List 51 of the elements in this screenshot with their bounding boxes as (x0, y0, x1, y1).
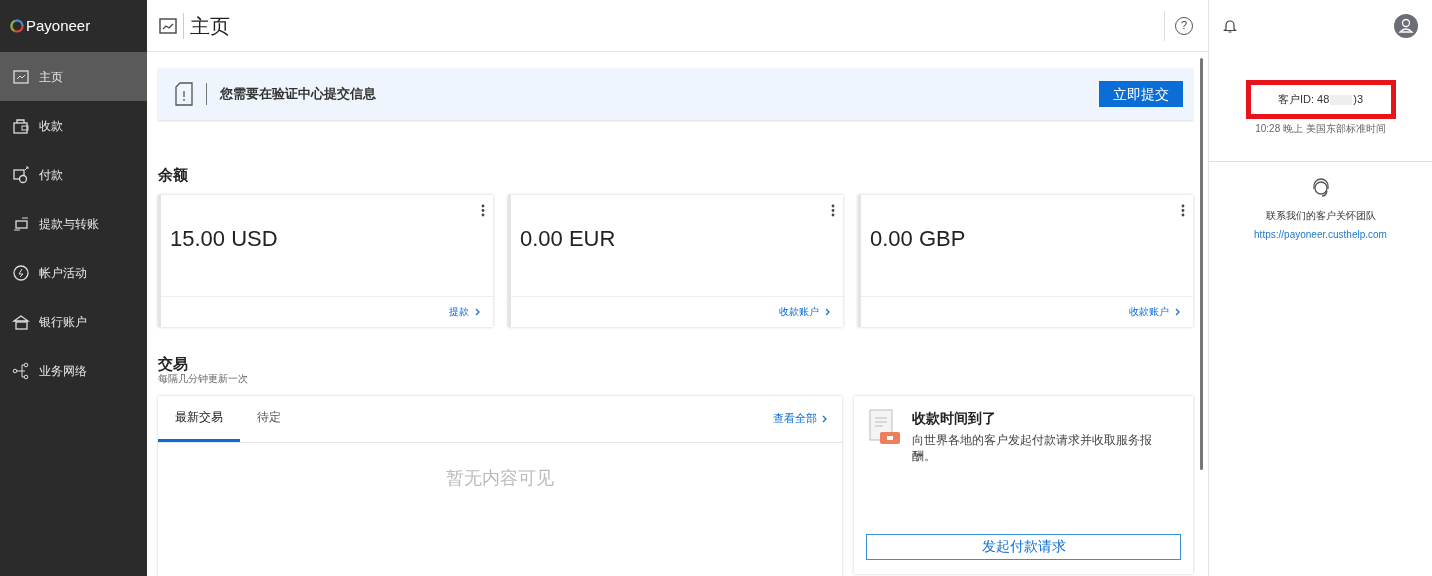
chevron-icon (825, 307, 831, 316)
card-link[interactable]: 收款账户 (779, 304, 819, 319)
section-title: 余额 (158, 165, 189, 185)
tab[interactable]: 待定 (240, 395, 298, 442)
submit-button[interactable]: 立即提交 (1099, 81, 1183, 107)
network-icon (12, 361, 30, 380)
transfer-icon (12, 214, 30, 233)
sidebar-item[interactable]: 收款 (0, 101, 147, 150)
alert-message: 您需要在验证中心提交信息 (220, 85, 376, 104)
payment-request-button[interactable]: 发起付款请求 (866, 533, 1181, 560)
promo-title: 收款时间到了 (912, 408, 997, 428)
logo-ring-icon (10, 19, 24, 33)
sidebar-item[interactable]: 提款与转账 (0, 199, 147, 248)
support-title: 联系我们的客户关怀团队 (1265, 209, 1376, 223)
tab[interactable]: 最新交易 (158, 395, 240, 442)
empty-message: 暂无内容可见 (446, 466, 554, 490)
chevron-icon (475, 307, 481, 316)
chevron-icon (822, 414, 828, 423)
send-icon (12, 165, 30, 184)
more-icon[interactable] (481, 203, 485, 217)
bag-icon (12, 116, 30, 135)
chart-icon (159, 17, 177, 34)
card-link[interactable]: 收款账户 (1129, 304, 1169, 319)
section-subtitle: 每隔几分钟更新一次 (158, 372, 249, 385)
avatar-icon[interactable] (1394, 14, 1418, 38)
section-title: 交易 (158, 354, 189, 373)
customer-id: 客户ID: 48 (1277, 92, 1330, 108)
card-link[interactable]: 提款 (449, 304, 469, 319)
page-title: 主页 (190, 13, 230, 39)
more-icon[interactable] (831, 203, 835, 217)
sidebar-item[interactable]: 付款 (0, 150, 147, 199)
bell-icon[interactable] (1223, 18, 1237, 34)
customer-id-suffix: )3 (1353, 92, 1364, 108)
chevron-icon (1175, 307, 1181, 316)
balance-amount: 0.00 EUR (520, 224, 617, 253)
document-alert-icon (175, 82, 193, 106)
support-link[interactable]: https://payoneer.custhelp.com (1254, 227, 1387, 242)
chart-icon (12, 67, 30, 86)
activity-icon (12, 263, 30, 282)
more-icon[interactable] (1181, 203, 1185, 217)
scrollbar-thumb[interactable] (1200, 58, 1203, 470)
view-all-link[interactable]: 查看全部 (773, 410, 817, 427)
promo-text: 向世界各地的客户发起付款请求并收取服务报酬。 (912, 431, 1153, 464)
brand-name: Payoneer (26, 15, 91, 36)
sidebar-item[interactable]: 帐户活动 (0, 248, 147, 297)
sidebar-item[interactable]: 主页 (0, 52, 147, 101)
sidebar-item[interactable]: 银行账户 (0, 297, 147, 346)
balance-amount: 0.00 GBP (870, 224, 967, 253)
sidebar-item[interactable]: 业务网络 (0, 346, 147, 395)
last-login-time: 10:28 晚上 美国东部标准时间 (1255, 122, 1386, 136)
balance-amount: 15.00 USD (170, 224, 279, 253)
